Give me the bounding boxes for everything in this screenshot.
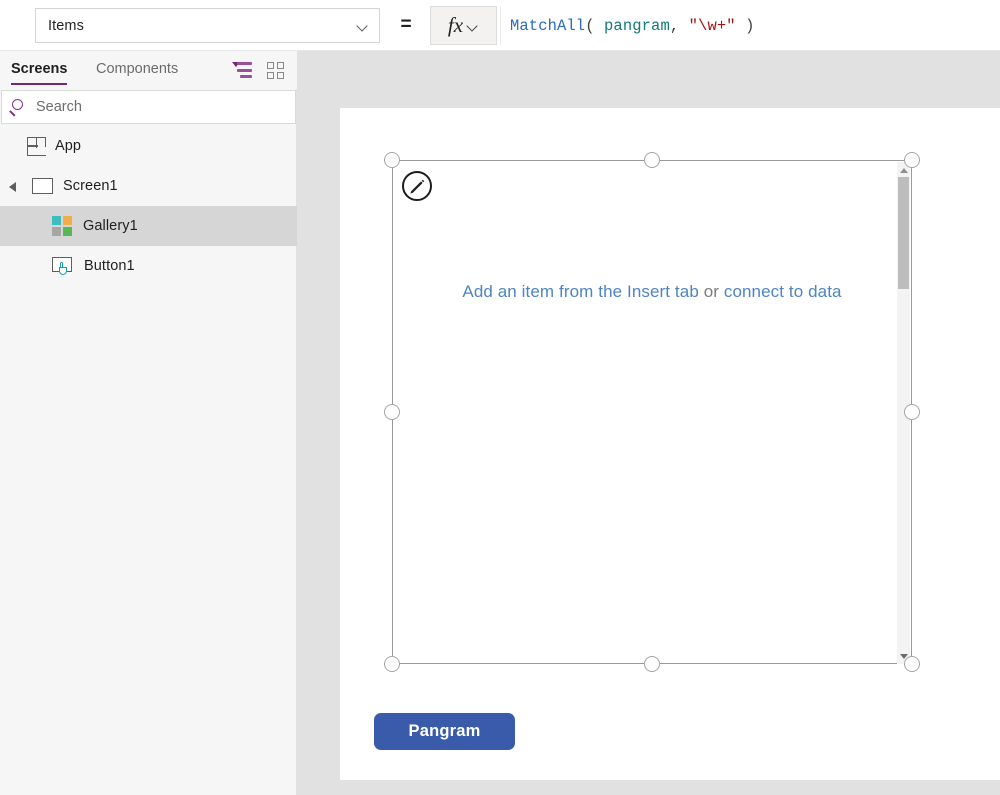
object-tree: App Screen1 Gallery1 Button1 — [0, 126, 297, 286]
property-dropdown-value: Items — [48, 17, 84, 34]
chevron-down-icon — [357, 20, 369, 32]
button-icon — [52, 256, 74, 276]
tree-item-app-label: App — [55, 138, 82, 154]
gallery-empty-state: Add an item from the Insert tab or conne… — [393, 282, 911, 302]
selection-handle-bottom-center[interactable] — [644, 656, 660, 672]
powerapps-studio: Items = fx MatchAll( pangram, "\w+" ) Sc… — [0, 0, 1000, 795]
selection-handle-top-center[interactable] — [644, 152, 660, 168]
fx-button[interactable]: fx — [430, 6, 497, 45]
panel-tabs: Screens Components — [0, 51, 297, 89]
tree-line — [240, 75, 252, 78]
formula-input[interactable]: MatchAll( pangram, "\w+" ) — [500, 6, 1000, 45]
empty-state-separator: or — [698, 282, 724, 301]
insert-tab-link[interactable]: Add an item from the Insert tab — [462, 282, 699, 301]
tree-item-gallery1-label: Gallery1 — [83, 218, 138, 234]
tree-line — [237, 69, 252, 72]
tree-view-icon[interactable] — [232, 62, 252, 80]
formula-token-open-paren: ( — [585, 16, 605, 35]
selection-handle-top-right[interactable] — [904, 152, 920, 168]
property-dropdown[interactable]: Items — [35, 8, 380, 43]
tree-item-button1[interactable]: Button1 — [0, 246, 297, 286]
equals-label: = — [400, 14, 412, 35]
pencil-icon[interactable] — [402, 171, 432, 201]
app-icon — [27, 136, 46, 156]
tree-item-gallery1[interactable]: Gallery1 — [0, 206, 297, 246]
grid-view-icon[interactable] — [267, 62, 286, 81]
selection-handle-bottom-left[interactable] — [384, 656, 400, 672]
formula-toolbar: Items = fx MatchAll( pangram, "\w+" ) — [0, 0, 1000, 51]
formula-token-comma: , — [669, 16, 689, 35]
grid-cell — [267, 72, 274, 79]
tree-line — [237, 62, 252, 65]
chevron-up-icon[interactable] — [900, 168, 908, 173]
formula-token-identifier: pangram — [604, 16, 670, 35]
canvas-area[interactable]: Add an item from the Insert tab or conne… — [297, 51, 1000, 795]
formula-token-string: "\w+" — [688, 16, 736, 35]
tab-components[interactable]: Components — [96, 51, 178, 89]
selection-handle-middle-right[interactable] — [904, 404, 920, 420]
connect-to-data-link[interactable]: connect to data — [724, 282, 842, 301]
tree-view-panel: Screens Components Search App Screen1 Ga… — [0, 51, 297, 795]
gallery-icon — [52, 215, 73, 237]
tree-item-button1-label: Button1 — [84, 258, 135, 274]
formula-token-function: MatchAll — [510, 16, 586, 35]
tree-item-screen1[interactable]: Screen1 — [0, 166, 297, 206]
chevron-down-icon — [467, 20, 479, 32]
formula-text: MatchAll( pangram, "\w+" ) — [510, 17, 754, 35]
tab-components-label: Components — [96, 61, 179, 77]
pangram-button[interactable]: Pangram — [374, 713, 515, 750]
formula-token-close-paren: ) — [735, 16, 755, 35]
screen-icon — [32, 178, 53, 194]
tree-item-app[interactable]: App — [0, 126, 297, 166]
expand-caret-icon[interactable] — [9, 182, 16, 192]
tab-screens[interactable]: Screens — [11, 51, 68, 89]
selection-handle-top-left[interactable] — [384, 152, 400, 168]
grid-cell — [277, 72, 284, 79]
grid-cell — [277, 62, 284, 69]
search-icon — [2, 91, 36, 123]
search-input[interactable] — [36, 99, 295, 115]
search-box[interactable] — [1, 90, 296, 124]
grid-cell — [267, 62, 274, 69]
gallery-control[interactable]: Add an item from the Insert tab or conne… — [392, 160, 912, 664]
tree-item-screen1-label: Screen1 — [63, 178, 118, 194]
selection-handle-middle-left[interactable] — [384, 404, 400, 420]
scrollbar-thumb[interactable] — [898, 177, 909, 289]
screen-canvas[interactable]: Add an item from the Insert tab or conne… — [340, 108, 1000, 780]
tab-screens-label: Screens — [11, 61, 68, 77]
selection-handle-bottom-right[interactable] — [904, 656, 920, 672]
function-icon: fx — [447, 13, 464, 37]
